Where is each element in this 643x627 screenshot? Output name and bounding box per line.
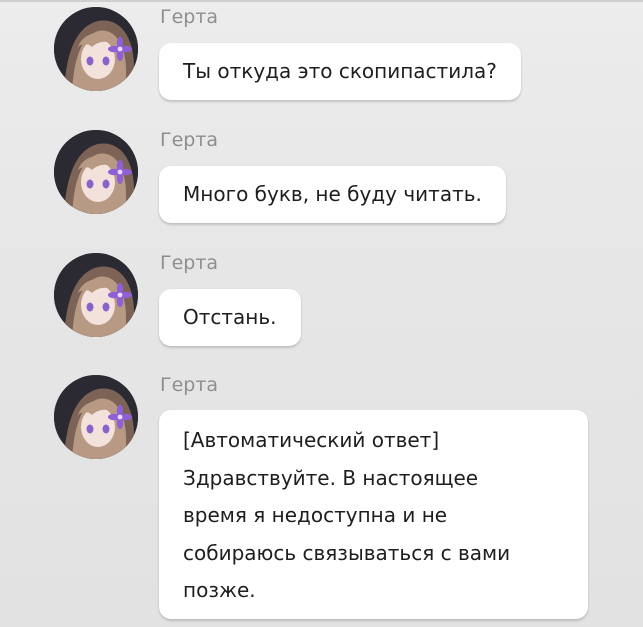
sender-name: Герта — [160, 129, 219, 151]
sender-name: Герта — [160, 252, 219, 274]
avatar[interactable] — [54, 253, 138, 337]
message-text-line: собираюсь связываться с вами — [183, 540, 511, 565]
message-text-line: [Автоматический ответ] — [183, 428, 440, 452]
character-portrait-icon — [54, 375, 138, 459]
character-portrait-icon — [54, 7, 138, 91]
message-text: Много букв, не буду читать. — [183, 182, 482, 206]
message-text-line: время я недоступна и не — [183, 503, 448, 527]
avatar[interactable] — [54, 130, 138, 214]
message-bubble[interactable]: Много букв, не буду читать. — [159, 166, 506, 223]
chat-message-list[interactable]: Герта Ты откуда это скопипастила? Герта … — [0, 0, 643, 627]
message-text: Отстань. — [183, 305, 277, 329]
character-portrait-icon — [54, 253, 138, 337]
message-bubble[interactable]: [Автоматический ответ] Здравствуйте. В н… — [159, 410, 588, 619]
avatar[interactable] — [54, 375, 138, 459]
message-bubble[interactable]: Отстань. — [159, 289, 301, 346]
sender-name: Герта — [160, 374, 219, 396]
avatar[interactable] — [54, 7, 138, 91]
sender-name: Герта — [160, 6, 219, 28]
message-text-line: Здравствуйте. В настоящее — [183, 465, 479, 490]
character-portrait-icon — [54, 130, 138, 214]
message-text-line: позже. — [183, 578, 256, 602]
message-bubble[interactable]: Ты откуда это скопипастила? — [159, 43, 521, 100]
message-text: Ты откуда это скопипастила? — [183, 59, 497, 83]
